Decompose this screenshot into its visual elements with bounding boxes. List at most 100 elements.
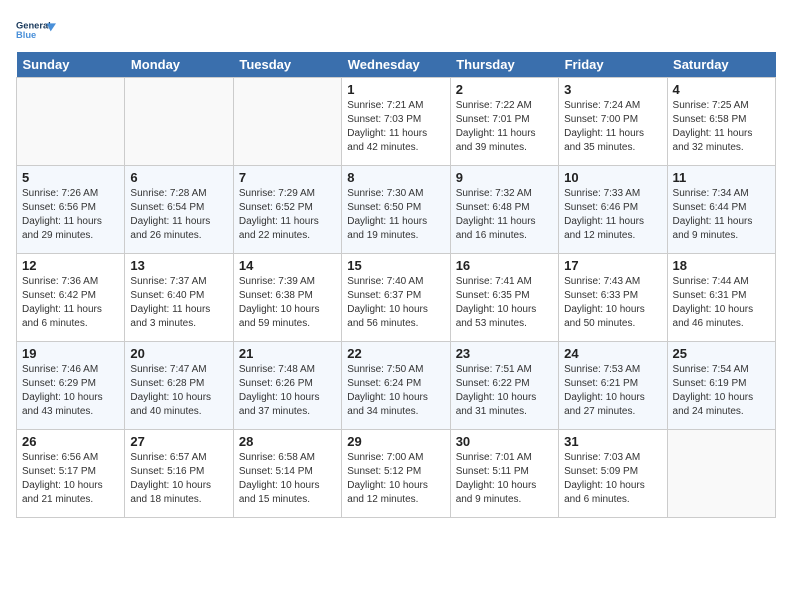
weekday-header-monday: Monday xyxy=(125,52,233,78)
svg-text:General: General xyxy=(16,21,51,31)
day-number: 31 xyxy=(564,434,661,449)
calendar-cell: 14 Sunrise: 7:39 AM Sunset: 6:38 PM Dayli… xyxy=(233,254,341,342)
day-number: 23 xyxy=(456,346,553,361)
day-number: 1 xyxy=(347,82,444,97)
calendar-week-3: 12Sunrise: 7:36 AM Sunset: 6:42 PM Dayli… xyxy=(17,254,776,342)
calendar-cell: 10 Sunrise: 7:33 AM Sunset: 6:46 PM Dayli… xyxy=(559,166,667,254)
calendar-cell: 20 Sunrise: 7:47 AM Sunset: 6:28 PM Dayli… xyxy=(125,342,233,430)
day-info: Sunrise: 7:33 AM Sunset: 6:46 PM Dayligh… xyxy=(564,187,661,243)
day-number: 18 xyxy=(673,258,770,273)
day-number: 2 xyxy=(456,82,553,97)
day-number: 21 xyxy=(239,346,336,361)
day-number: 10 xyxy=(564,170,661,185)
day-info: Sunrise: 7:50 AM Sunset: 6:24 PM Dayligh… xyxy=(347,363,444,419)
day-info: Sunrise: 7:54 AM Sunset: 6:19 PM Dayligh… xyxy=(673,363,770,419)
calendar-cell xyxy=(667,430,775,518)
calendar-cell: 5 Sunrise: 7:26 AM Sunset: 6:56 PM Daylig… xyxy=(17,166,125,254)
weekday-header-tuesday: Tuesday xyxy=(233,52,341,78)
calendar-cell: 30Sunrise: 7:01 AM Sunset: 5:11 PM Dayli… xyxy=(450,430,558,518)
calendar-cell: 28 Sunrise: 6:58 AM Sunset: 5:14 PM Dayli… xyxy=(233,430,341,518)
weekday-header-saturday: Saturday xyxy=(667,52,775,78)
day-info: Sunrise: 6:58 AM Sunset: 5:14 PM Dayligh… xyxy=(239,451,336,507)
day-number: 29 xyxy=(347,434,444,449)
calendar-cell: 15 Sunrise: 7:40 AM Sunset: 6:37 PM Dayli… xyxy=(342,254,450,342)
calendar-cell: 22Sunrise: 7:50 AM Sunset: 6:24 PM Dayli… xyxy=(342,342,450,430)
calendar-cell: 19 Sunrise: 7:46 AM Sunset: 6:29 PM Dayli… xyxy=(17,342,125,430)
day-number: 5 xyxy=(22,170,119,185)
calendar-cell: 11 Sunrise: 7:34 AM Sunset: 6:44 PM Dayli… xyxy=(667,166,775,254)
calendar-cell: 7 Sunrise: 7:29 AM Sunset: 6:52 PM Daylig… xyxy=(233,166,341,254)
day-info: Sunrise: 7:32 AM Sunset: 6:48 PM Dayligh… xyxy=(456,187,553,243)
day-number: 26 xyxy=(22,434,119,449)
day-info: Sunrise: 7:03 AM Sunset: 5:09 PM Dayligh… xyxy=(564,451,661,507)
day-number: 3 xyxy=(564,82,661,97)
calendar-cell: 8 Sunrise: 7:30 AM Sunset: 6:50 PM Daylig… xyxy=(342,166,450,254)
calendar-cell: 18 Sunrise: 7:44 AM Sunset: 6:31 PM Dayli… xyxy=(667,254,775,342)
day-number: 6 xyxy=(130,170,227,185)
day-number: 16 xyxy=(456,258,553,273)
day-number: 28 xyxy=(239,434,336,449)
calendar-cell: 24Sunrise: 7:53 AM Sunset: 6:21 PM Dayli… xyxy=(559,342,667,430)
day-info: Sunrise: 7:39 AM Sunset: 6:38 PM Dayligh… xyxy=(239,275,336,331)
day-info: Sunrise: 7:41 AM Sunset: 6:35 PM Dayligh… xyxy=(456,275,553,331)
weekday-header-friday: Friday xyxy=(559,52,667,78)
weekday-header-row: SundayMondayTuesdayWednesdayThursdayFrid… xyxy=(17,52,776,78)
calendar-cell xyxy=(233,78,341,166)
day-number: 13 xyxy=(130,258,227,273)
day-info: Sunrise: 7:34 AM Sunset: 6:44 PM Dayligh… xyxy=(673,187,770,243)
day-number: 7 xyxy=(239,170,336,185)
calendar-cell: 2Sunrise: 7:22 AM Sunset: 7:01 PM Daylig… xyxy=(450,78,558,166)
calendar-cell: 3 Sunrise: 7:24 AM Sunset: 7:00 PM Daylig… xyxy=(559,78,667,166)
day-info: Sunrise: 7:24 AM Sunset: 7:00 PM Dayligh… xyxy=(564,99,661,155)
day-info: Sunrise: 7:29 AM Sunset: 6:52 PM Dayligh… xyxy=(239,187,336,243)
page-header: General Blue xyxy=(16,16,776,44)
calendar-week-1: 1 Sunrise: 7:21 AM Sunset: 7:03 PM Daylig… xyxy=(17,78,776,166)
day-number: 14 xyxy=(239,258,336,273)
day-info: Sunrise: 7:40 AM Sunset: 6:37 PM Dayligh… xyxy=(347,275,444,331)
day-info: Sunrise: 7:25 AM Sunset: 6:58 PM Dayligh… xyxy=(673,99,770,155)
day-number: 27 xyxy=(130,434,227,449)
calendar-cell: 27 Sunrise: 6:57 AM Sunset: 5:16 PM Dayli… xyxy=(125,430,233,518)
day-number: 11 xyxy=(673,170,770,185)
calendar-cell: 29 Sunrise: 7:00 AM Sunset: 5:12 PM Dayli… xyxy=(342,430,450,518)
calendar-week-2: 5 Sunrise: 7:26 AM Sunset: 6:56 PM Daylig… xyxy=(17,166,776,254)
day-info: Sunrise: 7:51 AM Sunset: 6:22 PM Dayligh… xyxy=(456,363,553,419)
calendar-cell xyxy=(17,78,125,166)
calendar-cell: 21 Sunrise: 7:48 AM Sunset: 6:26 PM Dayli… xyxy=(233,342,341,430)
day-info: Sunrise: 7:26 AM Sunset: 6:56 PM Dayligh… xyxy=(22,187,119,243)
day-number: 4 xyxy=(673,82,770,97)
calendar-cell: 12Sunrise: 7:36 AM Sunset: 6:42 PM Dayli… xyxy=(17,254,125,342)
day-info: Sunrise: 7:44 AM Sunset: 6:31 PM Dayligh… xyxy=(673,275,770,331)
day-number: 19 xyxy=(22,346,119,361)
day-info: Sunrise: 7:53 AM Sunset: 6:21 PM Dayligh… xyxy=(564,363,661,419)
weekday-header-thursday: Thursday xyxy=(450,52,558,78)
calendar-cell: 17 Sunrise: 7:43 AM Sunset: 6:33 PM Dayli… xyxy=(559,254,667,342)
day-info: Sunrise: 7:37 AM Sunset: 6:40 PM Dayligh… xyxy=(130,275,227,331)
day-info: Sunrise: 7:21 AM Sunset: 7:03 PM Dayligh… xyxy=(347,99,444,155)
calendar-cell: 1 Sunrise: 7:21 AM Sunset: 7:03 PM Daylig… xyxy=(342,78,450,166)
day-info: Sunrise: 7:47 AM Sunset: 6:28 PM Dayligh… xyxy=(130,363,227,419)
day-info: Sunrise: 6:57 AM Sunset: 5:16 PM Dayligh… xyxy=(130,451,227,507)
calendar-table: SundayMondayTuesdayWednesdayThursdayFrid… xyxy=(16,52,776,518)
day-info: Sunrise: 7:48 AM Sunset: 6:26 PM Dayligh… xyxy=(239,363,336,419)
logo: General Blue xyxy=(16,16,56,44)
day-number: 17 xyxy=(564,258,661,273)
svg-text:Blue: Blue xyxy=(16,30,36,40)
logo-svg: General Blue xyxy=(16,16,56,44)
day-number: 20 xyxy=(130,346,227,361)
calendar-cell: 23 Sunrise: 7:51 AM Sunset: 6:22 PM Dayli… xyxy=(450,342,558,430)
day-number: 25 xyxy=(673,346,770,361)
day-info: Sunrise: 7:00 AM Sunset: 5:12 PM Dayligh… xyxy=(347,451,444,507)
day-info: Sunrise: 7:46 AM Sunset: 6:29 PM Dayligh… xyxy=(22,363,119,419)
calendar-cell: 4 Sunrise: 7:25 AM Sunset: 6:58 PM Daylig… xyxy=(667,78,775,166)
day-info: Sunrise: 7:36 AM Sunset: 6:42 PM Dayligh… xyxy=(22,275,119,331)
weekday-header-wednesday: Wednesday xyxy=(342,52,450,78)
day-info: Sunrise: 7:43 AM Sunset: 6:33 PM Dayligh… xyxy=(564,275,661,331)
calendar-cell: 31 Sunrise: 7:03 AM Sunset: 5:09 PM Dayli… xyxy=(559,430,667,518)
day-number: 15 xyxy=(347,258,444,273)
calendar-cell: 26Sunrise: 6:56 AM Sunset: 5:17 PM Dayli… xyxy=(17,430,125,518)
weekday-header-sunday: Sunday xyxy=(17,52,125,78)
day-number: 8 xyxy=(347,170,444,185)
day-info: Sunrise: 7:28 AM Sunset: 6:54 PM Dayligh… xyxy=(130,187,227,243)
day-info: Sunrise: 7:30 AM Sunset: 6:50 PM Dayligh… xyxy=(347,187,444,243)
